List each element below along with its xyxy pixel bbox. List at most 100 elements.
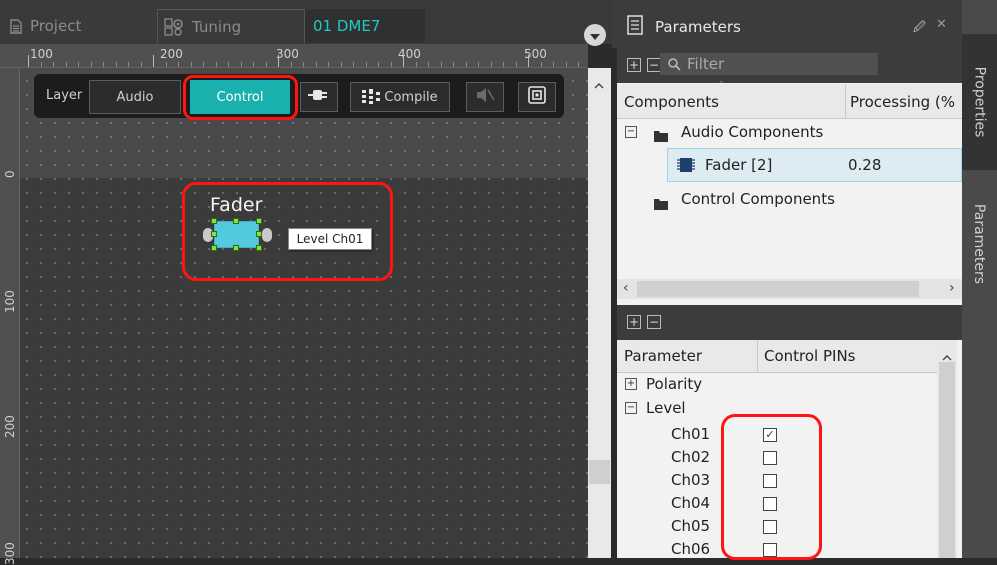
filter-placeholder: Filter xyxy=(687,55,725,73)
control-pins-column-header[interactable]: Control PINs xyxy=(764,347,856,365)
collapse-toggle[interactable]: − xyxy=(625,402,637,414)
channel-label: Ch06 xyxy=(671,540,711,558)
parameters-vertical-scrollbar[interactable] xyxy=(937,340,957,558)
channel-label: Ch02 xyxy=(671,448,711,466)
ruler-tick xyxy=(228,62,229,67)
sidetab-parameters[interactable]: Parameters xyxy=(962,184,997,304)
side-tab-strip: Properties Parameters xyxy=(962,0,997,558)
layer-label: Layer xyxy=(46,88,83,103)
control-pins-highlight-box xyxy=(721,414,822,560)
snapshot-button[interactable] xyxy=(518,82,556,112)
ruler-tick xyxy=(290,62,292,67)
resize-handle[interactable] xyxy=(256,245,262,251)
document-list-icon xyxy=(627,15,643,39)
tab-tuning[interactable]: Tuning xyxy=(157,9,305,43)
ruler-label: 0 xyxy=(3,170,17,178)
ruler-tick xyxy=(540,62,542,67)
output-pin[interactable] xyxy=(262,228,272,242)
parameter-level[interactable]: Level xyxy=(646,399,686,417)
ruler-tick xyxy=(465,62,467,67)
collapse-all-button[interactable]: − xyxy=(647,315,661,329)
resize-handle[interactable] xyxy=(211,218,217,224)
panel-title: Parameters xyxy=(655,18,741,36)
components-horizontal-scrollbar[interactable]: ‹ › xyxy=(617,279,962,299)
parameter-polarity[interactable]: Polarity xyxy=(646,375,702,393)
pin-icon[interactable]: 🖉 xyxy=(913,18,926,39)
expand-all-button[interactable]: + xyxy=(627,58,641,72)
components-column-header[interactable]: Components xyxy=(624,93,719,111)
channel-label: Ch01 xyxy=(671,425,711,443)
ruler-tick xyxy=(578,62,579,67)
resize-handle[interactable] xyxy=(233,245,239,251)
ruler-label: 200 xyxy=(160,47,183,61)
audio-layer-button[interactable]: Audio xyxy=(89,80,181,114)
processing-column-header[interactable]: Processing (% xyxy=(850,93,955,111)
resize-handle[interactable] xyxy=(256,231,262,237)
ruler-tick xyxy=(65,62,67,67)
scrollbar-thumb[interactable] xyxy=(939,362,955,558)
channel-label: Ch03 xyxy=(671,471,711,489)
ruler-tick xyxy=(415,62,417,67)
ruler-tick xyxy=(28,55,29,67)
ruler-tick xyxy=(53,62,54,67)
tree-item-audio-components[interactable]: Audio Components xyxy=(681,123,823,141)
collapse-all-button[interactable]: − xyxy=(647,58,661,72)
pin-tooltip: Level Ch01 xyxy=(288,228,372,250)
resize-handle[interactable] xyxy=(256,218,262,224)
sidetab-label: Parameters xyxy=(971,203,988,285)
ruler-tick xyxy=(403,55,404,67)
ruler-tick xyxy=(115,62,117,67)
filter-input[interactable]: Filter xyxy=(660,53,878,75)
ruler-tick xyxy=(490,62,492,67)
plug-icon xyxy=(308,88,330,106)
tab-label: Project xyxy=(30,17,82,35)
resize-handle[interactable] xyxy=(233,218,239,224)
tab-01-dme7[interactable]: 01 DME7 xyxy=(305,9,425,43)
sort-ascending-icon: ⌃ xyxy=(717,80,726,91)
collapse-toggle[interactable]: − xyxy=(625,126,637,138)
compile-icon xyxy=(362,89,381,105)
scroll-left-icon[interactable]: ‹ xyxy=(623,280,629,296)
tab-dropdown-button[interactable] xyxy=(584,24,606,46)
parameter-column-header[interactable]: Parameter xyxy=(624,347,702,365)
connect-button[interactable] xyxy=(300,82,338,112)
ruler-tick xyxy=(140,62,142,67)
ruler-label: 300 xyxy=(276,47,299,61)
compile-button[interactable]: Compile xyxy=(350,82,450,112)
fader-component[interactable] xyxy=(214,221,259,248)
column-divider xyxy=(845,84,846,118)
scrollbar-thumb[interactable] xyxy=(637,281,919,297)
tree-item-control-components[interactable]: Control Components xyxy=(681,190,835,208)
mute-button[interactable] xyxy=(466,82,504,112)
sidetab-label: Properties xyxy=(971,66,988,138)
folder-icon xyxy=(654,127,668,146)
ruler-tick xyxy=(265,62,267,67)
ruler-tick xyxy=(128,62,129,67)
canvas-vertical-scrollbar[interactable] xyxy=(588,68,611,558)
sidetab-properties[interactable]: Properties xyxy=(962,34,997,170)
ruler-tick xyxy=(103,62,104,67)
scroll-right-icon[interactable]: › xyxy=(949,280,955,296)
ruler-tick xyxy=(478,62,479,67)
tab-label: Tuning xyxy=(192,17,242,36)
chevron-down-icon xyxy=(590,26,600,45)
parameters-toolbar xyxy=(617,305,962,340)
compile-label: Compile xyxy=(384,89,438,105)
ruler-tick xyxy=(365,62,367,67)
resize-handle[interactable] xyxy=(211,245,217,251)
scroll-up-icon[interactable] xyxy=(594,74,604,93)
close-icon[interactable]: ✕ xyxy=(936,17,947,32)
resize-handle[interactable] xyxy=(211,231,217,237)
expand-toggle[interactable]: + xyxy=(625,378,637,390)
ruler-tick xyxy=(553,62,554,67)
ruler-tick xyxy=(353,62,354,67)
expand-all-button[interactable]: + xyxy=(627,315,641,329)
ruler-tick xyxy=(165,62,167,67)
ruler-tick xyxy=(190,62,192,67)
ruler-label: 100 xyxy=(30,47,53,61)
ruler-tick xyxy=(253,62,254,67)
mute-icon xyxy=(475,87,495,107)
vertical-ruler: 0 100 200 300 xyxy=(0,68,20,565)
tab-project[interactable]: Project xyxy=(0,9,156,43)
scrollbar-thumb[interactable] xyxy=(589,460,610,484)
